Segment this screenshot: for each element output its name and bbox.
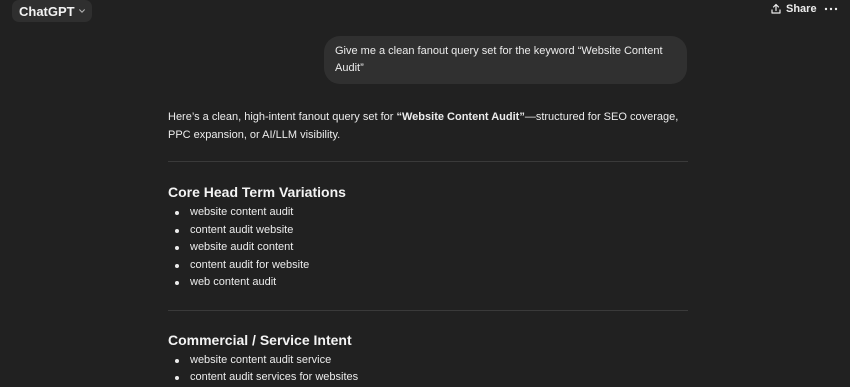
user-message-text: Give me a clean fanout query set for the… [335, 45, 663, 74]
intro-prefix: Here’s a clean, high-intent fanout query… [168, 111, 397, 123]
bullet [175, 263, 179, 268]
user-message-bubble: Give me a clean fanout query set for the… [324, 36, 687, 84]
share-label: Share [786, 3, 817, 15]
list-item: website audit content [168, 239, 688, 257]
query-text: website audit content [190, 241, 294, 253]
list-item: content audit for website [168, 257, 688, 275]
intro-keyword: “Website Content Audit” [396, 111, 525, 123]
list-item: website content audit service [168, 352, 688, 370]
query-text: website content audit service [190, 353, 332, 366]
assistant-response: Here’s a clean, high-intent fanout query… [168, 109, 688, 387]
share-icon [771, 3, 781, 14]
query-text: content audit services for websites [190, 371, 359, 383]
section-divider [168, 161, 688, 162]
model-selector-button[interactable]: ChatGPT [12, 0, 92, 22]
model-name: ChatGPT [19, 3, 75, 19]
bullet [175, 358, 179, 363]
response-intro: Here’s a clean, high-intent fanout query… [168, 109, 688, 144]
bullet [175, 228, 179, 233]
bullet [175, 211, 179, 215]
list-item: web content audit [168, 274, 688, 292]
query-text: content audit website [190, 223, 294, 236]
query-list: website content audit content audit webs… [168, 204, 688, 292]
list-item: content audit website [168, 222, 688, 240]
query-text: content audit for website [190, 258, 310, 271]
top-bar: ChatGPT Share [0, 0, 850, 24]
list-item: content audit services for websites [168, 369, 688, 387]
section-title: Core Head Term Variations [168, 184, 346, 200]
share-button[interactable]: Share [770, 3, 817, 15]
query-list: website content audit service content au… [168, 352, 688, 387]
bullet [175, 376, 179, 380]
bullet [175, 281, 179, 285]
query-text: website content audit [190, 206, 294, 218]
more-options-icon [824, 7, 838, 11]
section-divider [168, 309, 688, 311]
list-item: website content audit [168, 204, 688, 222]
bullet [175, 246, 179, 250]
query-text: web content audit [190, 276, 277, 288]
section-title: Commercial / Service Intent [168, 331, 352, 348]
more-options-button[interactable] [823, 1, 839, 17]
chevron-down-icon [78, 9, 85, 13]
